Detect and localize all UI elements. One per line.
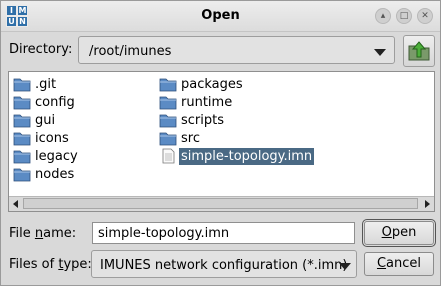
folder-icon <box>159 96 177 110</box>
file-item-name: packages <box>181 77 243 92</box>
scroll-left-icon[interactable] <box>13 200 18 208</box>
folder-icon <box>159 132 177 146</box>
filename-label-text: File <box>9 226 35 241</box>
filetype-label-text: Files of <box>9 257 59 272</box>
cancel-button[interactable]: Cancel <box>364 252 434 276</box>
folder-icon <box>13 132 31 146</box>
folder-icon <box>13 114 31 128</box>
maximize-button[interactable]: □ <box>396 8 412 24</box>
horizontal-scrollbar[interactable] <box>9 196 434 211</box>
file-item-name: src <box>181 131 200 146</box>
file-item-name: runtime <box>181 95 233 110</box>
folder-icon <box>159 114 177 128</box>
file-icon <box>162 148 175 164</box>
cancel-button-label: ancel <box>386 256 422 271</box>
directory-label: Directory: <box>9 42 73 57</box>
scrollbar-thumb[interactable] <box>23 198 418 209</box>
file-item-name: nodes <box>35 167 75 182</box>
folder-icon <box>13 168 31 182</box>
shade-icon: ▴ <box>380 11 386 21</box>
filename-input[interactable] <box>92 222 355 244</box>
folder-icon <box>159 78 177 92</box>
file-item-name: scripts <box>181 113 224 128</box>
filename-label-mnemonic: n <box>34 226 44 241</box>
open-button[interactable]: Open <box>362 219 436 247</box>
chevron-down-icon <box>374 49 386 56</box>
open-dialog: I M U N Open ▴ □ ✕ Directory: /root/imun… <box>0 0 441 286</box>
file-item-name: .git <box>35 77 57 92</box>
filetype-label-text: ype: <box>63 257 92 272</box>
filetype-combobox[interactable]: IMUNES network configuration (*.imn) <box>91 250 357 278</box>
open-button-mnemonic: O <box>381 225 392 240</box>
open-button-label: pen <box>391 225 417 240</box>
file-list[interactable]: .git config gui icons legacy nodes packages ru… <box>8 71 435 212</box>
folder-icon <box>13 78 31 92</box>
file-item-name: config <box>35 95 75 110</box>
filename-label-text: ame: <box>43 226 77 241</box>
parent-directory-button[interactable] <box>403 35 435 67</box>
close-icon: ✕ <box>421 11 429 21</box>
close-button[interactable]: ✕ <box>417 8 433 24</box>
folder-up-icon <box>408 41 430 61</box>
scroll-right-icon[interactable] <box>425 200 430 208</box>
folder-icon <box>13 150 31 164</box>
directory-combobox[interactable]: /root/imunes <box>78 36 395 64</box>
maximize-icon: □ <box>399 11 409 21</box>
folder-icon <box>13 96 31 110</box>
shade-button[interactable]: ▴ <box>375 8 391 24</box>
file-item-name: legacy <box>35 149 78 164</box>
chevron-down-icon <box>339 263 351 270</box>
cancel-button-mnemonic: C <box>376 256 387 271</box>
file-item-name: icons <box>35 131 69 146</box>
filename-label: File name: <box>9 226 76 241</box>
filetype-value: IMUNES network configuration (*.imn) <box>100 258 348 273</box>
file-item-name: gui <box>35 113 56 128</box>
file-item-name: simple-topology.imn <box>179 148 315 165</box>
directory-value: /root/imunes <box>89 44 172 59</box>
filetype-label: Files of type: <box>9 257 92 272</box>
title-bar[interactable]: I M U N Open ▴ □ ✕ <box>1 1 440 32</box>
